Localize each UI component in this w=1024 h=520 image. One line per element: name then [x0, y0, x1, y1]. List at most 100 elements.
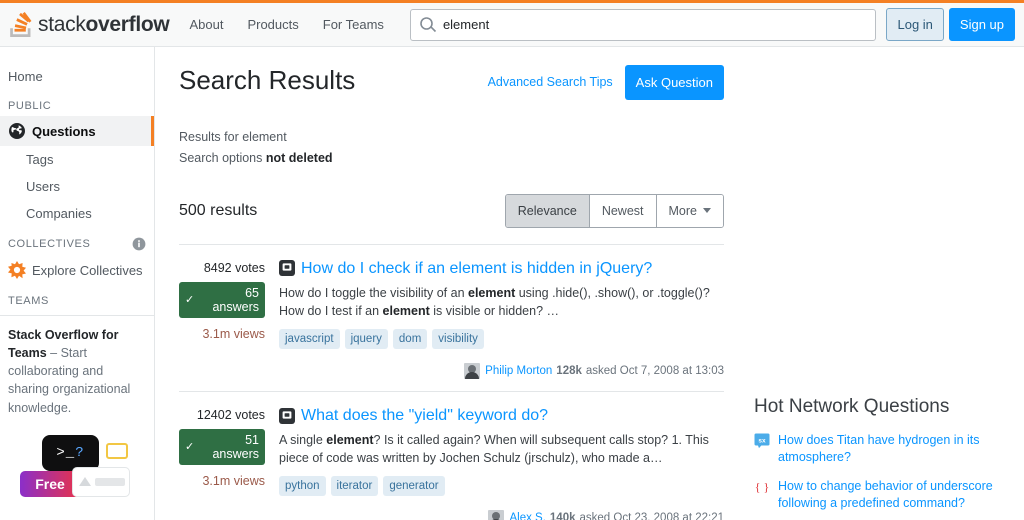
terminal-question-text: ? [75, 444, 85, 461]
sidebar-item-explore-collectives[interactable]: Explore Collectives [0, 255, 154, 285]
search-options-label: Search options [179, 151, 266, 166]
tab-label: Relevance [517, 203, 577, 218]
sign-up-button[interactable]: Sign up [948, 8, 1015, 41]
user-reputation: 128k [556, 364, 582, 377]
result-title-link[interactable]: What does the "yield" keyword do? [301, 406, 548, 425]
sort-row: 500 results Relevance Newest More [179, 193, 724, 245]
sidebar-item-label: Explore Collectives [32, 262, 143, 278]
vote-count: 12402 votes [196, 407, 265, 422]
site-header: stackoverflow About Products For Teams L… [0, 3, 1024, 47]
svg-text:{ }: { } [755, 480, 770, 494]
vote-count: 8492 votes [203, 260, 265, 275]
sidebar-heading-public: PUBLIC [0, 90, 154, 116]
sidebar-item-companies[interactable]: Companies [0, 200, 154, 227]
result-body: How do I check if an element is hidden i… [279, 259, 724, 379]
sidebar-item-label: Home [8, 69, 43, 84]
search-box[interactable] [409, 8, 877, 41]
tag-iterator[interactable]: iterator [330, 476, 379, 497]
chevron-down-icon [703, 208, 711, 213]
hot-question-link[interactable]: How to change behavior of underscore fol… [778, 478, 1008, 512]
collectives-star-icon [8, 261, 26, 279]
terminal-graphic: >_? [42, 434, 99, 477]
stackoverflow-logo-icon [10, 12, 32, 37]
tag-javascript[interactable]: javascript [279, 328, 340, 349]
check-icon: ✓ [185, 441, 195, 454]
tag-visibility[interactable]: visibility [432, 328, 484, 349]
result-timestamp: asked Oct 23, 2008 at 22:21 [579, 512, 725, 520]
avatar [488, 510, 505, 520]
info-icon[interactable] [132, 237, 146, 251]
search-icon [420, 16, 437, 32]
hot-network-questions-list: sx How does Titan have hydrogen in its a… [754, 432, 1008, 520]
result-title-row: How do I check if an element is hidden i… [279, 259, 724, 278]
ask-question-button[interactable]: Ask Question [624, 65, 724, 100]
terminal-prompt-text: >_ [56, 444, 76, 461]
result-stats: 12402 votes ✓ 51 answers 3.1m views [179, 406, 279, 520]
site-logo[interactable]: stackoverflow [0, 3, 177, 46]
sidebar-item-label: Questions [32, 123, 96, 139]
view-count: 3.1m views [202, 473, 265, 488]
search-input[interactable] [442, 17, 868, 32]
answer-count-badge: ✓ 65 answers [179, 281, 265, 318]
space-exploration-site-icon: sx [754, 433, 770, 449]
view-count: 3.1m views [202, 326, 265, 341]
tex-site-icon: { } [755, 480, 770, 494]
tag-dom[interactable]: dom [392, 328, 428, 349]
result-user-line: Alex S. 140k asked Oct 23, 2008 at 22:21 [279, 510, 724, 520]
tag-python[interactable]: python [279, 476, 326, 497]
main-content: Search Results Advanced Search Tips Ask … [155, 47, 730, 520]
page-header-row: Search Results Advanced Search Tips Ask … [179, 65, 724, 100]
sidebar-item-questions[interactable]: Questions [0, 116, 154, 146]
page-body: Home PUBLIC Questions Tags Users Compani… [0, 47, 1024, 520]
sidebar-item-label: Tags [26, 152, 54, 167]
sidebar-item-label: Companies [26, 206, 92, 221]
nav-products[interactable]: Products [235, 3, 310, 46]
tag-jquery[interactable]: jquery [344, 328, 388, 349]
user-name-link[interactable]: Alex S. [509, 512, 545, 520]
svg-text:sx: sx [758, 437, 766, 444]
check-icon: ✓ [185, 294, 195, 306]
sidebar-item-tags[interactable]: Tags [0, 146, 154, 173]
tab-relevance[interactable]: Relevance [505, 194, 590, 227]
sidebar-item-label: Users [26, 179, 60, 194]
result-timestamp: asked Oct 7, 2008 at 13:03 [585, 364, 724, 377]
question-bubble-icon [279, 407, 295, 424]
hot-question-item[interactable]: sx How does Titan have hydrogen in its a… [754, 432, 1008, 466]
tab-more[interactable]: More [656, 194, 723, 227]
sidebar-heading-label: TEAMS [8, 295, 49, 307]
right-sidebar: Hot Network Questions sx How does Titan … [730, 47, 1024, 520]
answer-count-badge: ✓ 51 answers [179, 428, 265, 465]
search-options-value: not deleted [265, 151, 333, 166]
hot-network-questions-title: Hot Network Questions [754, 396, 950, 417]
sidebar-item-users[interactable]: Users [0, 173, 154, 200]
result-excerpt: A single element? Is it called again? Wh… [279, 431, 724, 467]
advanced-search-tips-link[interactable]: Advanced Search Tips [488, 75, 613, 89]
sidebar-heading-label: PUBLIC [8, 100, 52, 112]
result-body: What does the "yield" keyword do? A sing… [279, 406, 724, 520]
logo-wordmark: stackoverflow [38, 13, 170, 37]
search-result-item[interactable]: 12402 votes ✓ 51 answers 3.1m views What… [179, 392, 724, 520]
user-name-link[interactable]: Philip Morton [485, 365, 552, 377]
tab-label: More [668, 203, 697, 218]
sidebar-item-home[interactable]: Home [0, 63, 154, 90]
tab-newest[interactable]: Newest [589, 194, 657, 227]
excerpt-part: is visible or hidden? … [429, 303, 560, 318]
result-tags: python iterator generator [279, 476, 724, 497]
search-result-item[interactable]: 8492 votes ✓ 65 answers 3.1m views How d… [179, 245, 724, 392]
result-title-link[interactable]: How do I check if an element is hidden i… [301, 259, 652, 278]
teams-promo-illustration: >_? Free [0, 429, 154, 499]
nav-about[interactable]: About [177, 3, 235, 46]
sidebar-heading-collectives: COLLECTIVES [0, 227, 154, 255]
card-graphic [72, 466, 130, 497]
hot-question-link[interactable]: How does Titan have hydrogen in its atmo… [778, 432, 1008, 466]
result-count: 500 results [179, 201, 258, 219]
hot-question-item[interactable]: { } How to change behavior of underscore… [754, 478, 1008, 512]
result-excerpt: How do I toggle the visibility of an ele… [279, 284, 724, 320]
log-in-button[interactable]: Log in [886, 8, 944, 41]
chat-bubble-icon [106, 442, 128, 459]
free-badge: Free [20, 470, 80, 497]
tag-generator[interactable]: generator [383, 476, 445, 497]
result-tags: javascript jquery dom visibility [279, 328, 724, 349]
search-options-text: Search options not deleted [179, 148, 724, 169]
nav-for-teams[interactable]: For Teams [311, 3, 396, 46]
